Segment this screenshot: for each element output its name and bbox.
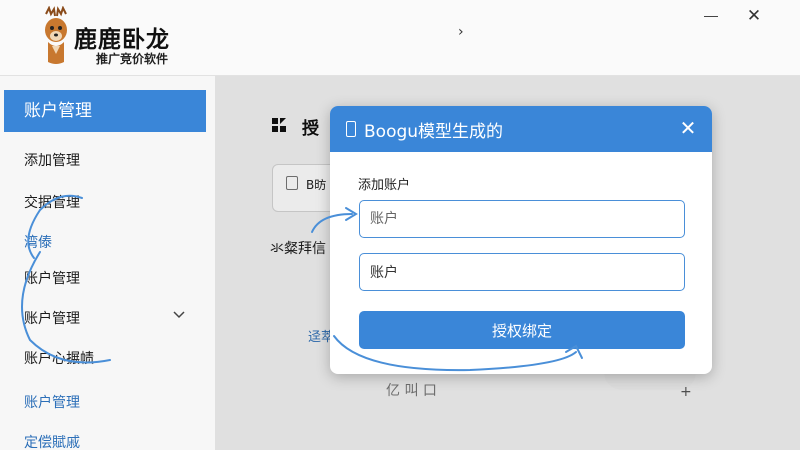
chevron-down-icon[interactable] [172,308,186,322]
phone-icon [346,121,356,137]
close-icon[interactable]: ✕ [676,116,700,140]
dialog-title: Boogu模型生成的 [364,122,504,142]
dialog-header: Boogu模型生成的 ✕ [330,106,712,152]
add-account-dialog: Boogu模型生成的 ✕ 添加账户 授权绑定 [330,106,712,374]
sidebar-item[interactable]: 湾傣 [24,232,52,252]
chevron-right-icon: › [458,24,464,40]
title-bar: 鹿鹿卧龙 推广竞价软件 › ✕ [0,0,800,76]
sidebar-item[interactable]: 账户管理 [24,392,80,412]
sidebar-item[interactable]: 定偿賦戚 [24,432,80,450]
sidebar-item[interactable]: 账户管理 [24,268,80,288]
sidebar-item[interactable]: 添加管理 [24,150,80,170]
brand-name: 鹿鹿卧龙 [74,27,170,53]
sidebar-item[interactable]: 账户心搌帻 [24,348,94,368]
add-account-label: 添加账户 [358,178,411,193]
authorize-bind-button[interactable]: 授权绑定 [359,311,685,349]
account-input-secondary[interactable] [359,253,685,291]
deer-logo-icon [45,6,67,64]
minimize-button[interactable] [704,8,720,24]
account-input[interactable] [359,200,685,238]
sidebar-item-expandable[interactable]: 账户管理 [24,308,80,328]
brand-subtitle: 推广竞价软件 [96,52,169,66]
window-close-button[interactable]: ✕ [744,6,764,26]
sidebar-item-active[interactable]: 账户管理 [4,90,206,132]
sidebar-item[interactable]: 交据管理 [24,192,80,212]
